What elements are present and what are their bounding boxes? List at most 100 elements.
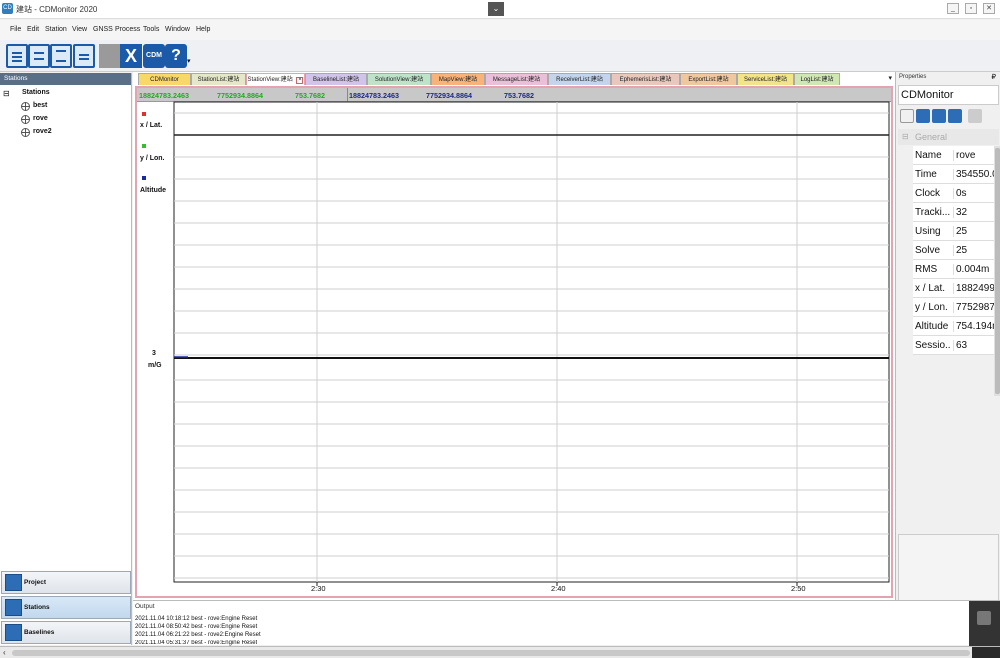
property-value: 0.004m (953, 264, 994, 275)
station-plot[interactable] (137, 88, 891, 596)
scroll-left-icon[interactable]: ‹ (3, 648, 6, 657)
menu-window[interactable]: Window (165, 26, 190, 33)
pages-icon[interactable] (968, 109, 982, 123)
nav-stations-button[interactable]: Stations (1, 596, 131, 619)
cdm-icon[interactable]: CDM (143, 44, 165, 68)
stop-icon[interactable] (99, 44, 121, 68)
scroll-corner (972, 647, 1000, 658)
menu-station[interactable]: Station (45, 26, 67, 33)
menu-view[interactable]: View (72, 26, 87, 33)
edit-icon[interactable] (932, 109, 946, 123)
property-name: RMS (915, 264, 938, 275)
menu-tools[interactable]: Tools (143, 26, 159, 33)
property-row[interactable]: Tracki... 32 (913, 203, 994, 222)
collapse-icon[interactable]: ⊟ (902, 132, 909, 141)
properties-object-selector[interactable]: CDMonitor (898, 85, 999, 105)
property-name: Name (915, 150, 942, 161)
horizontal-scrollbar[interactable]: ‹ (0, 646, 1000, 658)
tab-station-list[interactable]: StationList:建站 (191, 73, 246, 85)
scrollbar-thumb[interactable] (995, 148, 1000, 394)
scrollbar-thumb[interactable] (12, 650, 970, 656)
menu-file[interactable]: File (10, 26, 21, 33)
property-value: 7752987... (953, 302, 994, 313)
tab-station-view-label: StationView:建站 (247, 77, 293, 83)
property-name: y / Lon. (915, 302, 948, 313)
output-title: Output (135, 603, 155, 610)
tab-overflow-icon[interactable]: ▾ (888, 74, 892, 82)
tab-map-view[interactable]: MapView:建站 (431, 73, 485, 85)
alphabetical-icon[interactable] (916, 109, 930, 123)
menu-process[interactable]: Process (115, 26, 140, 33)
tree-item-rove[interactable]: rove (33, 115, 48, 122)
tab-service-list[interactable]: ServiceList:建站 (737, 73, 794, 85)
station-icon (21, 102, 30, 111)
tab-receiver-list[interactable]: ReceiverList:建站 (548, 73, 611, 85)
property-row[interactable]: Using 25 (913, 222, 994, 241)
gear-icon[interactable] (948, 109, 962, 123)
baselines-icon (5, 624, 22, 641)
property-row[interactable]: Altitude 754.194m (913, 317, 994, 336)
property-row[interactable]: y / Lon. 7752987... (913, 298, 994, 317)
new-doc-icon[interactable] (6, 44, 28, 68)
property-name: Clock (915, 188, 941, 199)
property-row[interactable]: Time 354550.0... (913, 165, 994, 184)
property-name: Using (915, 226, 941, 237)
stations-panel: Stations ⊟ Stations best rove rove2 Proj… (0, 73, 132, 645)
station-view: 18824783.2463 7752934.8864 753.7682 1882… (135, 86, 893, 598)
stations-panel-title: Stations (0, 73, 131, 85)
restore-button[interactable]: ▫ (965, 3, 977, 14)
categorized-icon[interactable] (900, 109, 914, 123)
properties-doc-icon[interactable] (73, 44, 95, 68)
property-row[interactable]: x / Lat. 1882499... (913, 279, 994, 298)
property-name: Tracki... (915, 207, 951, 218)
tab-solution-view[interactable]: SolutionView:建站 (367, 73, 431, 85)
tree-item-best[interactable]: best (33, 102, 47, 109)
nav-baselines-button[interactable]: Baselines (1, 621, 131, 644)
stations-icon (5, 599, 22, 616)
property-row[interactable]: Name rove (913, 146, 994, 165)
tab-close-icon[interactable]: × (296, 77, 304, 84)
menu-edit[interactable]: Edit (27, 26, 39, 33)
tree-root-stations[interactable]: Stations (22, 89, 50, 96)
menu-help[interactable]: Help (196, 26, 210, 33)
property-row[interactable]: Sessio... 63 (913, 336, 994, 355)
property-row[interactable]: Clock 0s (913, 184, 994, 203)
tree-expander-icon[interactable]: ⊟ (3, 89, 10, 98)
close-button[interactable]: ✕ (983, 3, 995, 14)
property-value: 754.194m (953, 321, 994, 332)
output-line: 2021.11.04 06:21:22 best - rove2:Engine … (135, 632, 261, 638)
tree-item-rove2[interactable]: rove2 (33, 128, 52, 135)
pin-icon[interactable]: ₽ (992, 73, 996, 81)
lower-unit-label: m/G (148, 362, 162, 369)
tab-export-list[interactable]: ExportList:建站 (680, 73, 737, 85)
property-name: Time (915, 169, 937, 180)
property-name: Altitude (915, 321, 949, 332)
tab-message-list[interactable]: MessageList:建站 (485, 73, 548, 85)
properties-scrollbar[interactable] (994, 146, 1000, 396)
tab-baseline-list[interactable]: BaselineList:建站 (305, 73, 367, 85)
open-folder-icon[interactable] (28, 44, 50, 68)
property-row[interactable]: RMS 0.004m (913, 260, 994, 279)
legend-label-x: x / Lat. (140, 122, 163, 129)
tab-station-view[interactable]: StationView:建站 × (246, 73, 305, 85)
property-value: 354550.0... (953, 169, 994, 180)
menu-gnss[interactable]: GNSS (93, 26, 113, 33)
x-tick-label: 2:30 (311, 584, 326, 593)
nav-project-button[interactable]: Project (1, 571, 131, 594)
panel-toggle-icon[interactable] (977, 611, 991, 625)
property-row[interactable]: Solve 25 (913, 241, 994, 260)
tab-ephemeris-list[interactable]: EphemerisList:建站 (611, 73, 680, 85)
save-icon[interactable] (50, 44, 72, 68)
help-icon[interactable]: ? (165, 44, 187, 68)
lower-value-label: 3 (152, 350, 156, 357)
chevron-down-icon[interactable]: ⌄ (488, 2, 504, 16)
property-value: 32 (953, 207, 994, 218)
properties-panel: Properties ₽ CDMonitor ⊟ General Name rov… (895, 72, 1000, 645)
tab-cdmonitor[interactable]: CDMonitor (138, 73, 191, 85)
minimize-button[interactable]: _ (947, 3, 959, 14)
properties-section-label: General (915, 132, 948, 142)
tab-log-list[interactable]: LogList:建站 (794, 73, 840, 85)
close-x-icon[interactable]: X (120, 44, 142, 68)
toolbar-overflow-icon[interactable]: ▾ (187, 57, 191, 65)
property-value: rove (953, 150, 994, 161)
